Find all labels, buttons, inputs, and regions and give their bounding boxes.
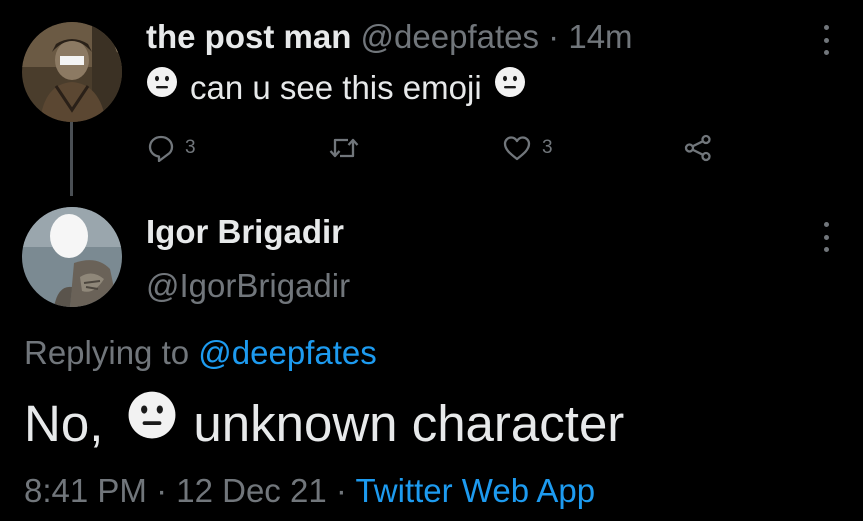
header-separator: ·: [548, 18, 560, 55]
replying-to-mention-link[interactable]: @deepfates: [198, 334, 376, 371]
thread-connector-line: [70, 122, 73, 196]
reply-button[interactable]: 3: [147, 133, 196, 163]
neutral-face-emoji-icon: [127, 390, 177, 455]
reply-text-before: No,: [24, 395, 104, 452]
author-display-name[interactable]: the post man: [146, 18, 351, 55]
reply-icon: [147, 134, 175, 162]
more-vertical-icon[interactable]: [821, 25, 831, 55]
retweet-icon: [329, 134, 359, 162]
reply-text-after: unknown character: [193, 395, 625, 452]
share-button[interactable]: [683, 133, 713, 163]
more-vertical-icon[interactable]: [821, 222, 831, 252]
author-handle[interactable]: @deepfates: [361, 18, 539, 55]
reply-tweet-text: No, unknown character: [24, 390, 625, 460]
replying-to-label: Replying to: [24, 334, 190, 371]
neutral-face-emoji-icon: [146, 65, 178, 109]
avatar-the-post-man[interactable]: [22, 22, 122, 122]
neutral-face-emoji-icon: [494, 65, 526, 109]
reply-author-display-name[interactable]: Igor Brigadir: [146, 212, 344, 252]
tweet-meta-line: 8:41 PM · 12 Dec 21 · Twitter Web App: [24, 471, 595, 511]
meta-separator: ·: [156, 472, 168, 509]
meta-separator: ·: [335, 472, 347, 509]
retweet-button[interactable]: [329, 133, 359, 163]
tweet-text: can u see this emoji: [146, 66, 526, 112]
avatar-igor-brigadir[interactable]: [22, 207, 122, 307]
tweet-text-content: can u see this emoji: [190, 69, 482, 106]
tweet-date[interactable]: 12 Dec 21: [176, 472, 326, 509]
reply-author-handle[interactable]: @IgorBrigadir: [146, 266, 350, 306]
replying-to-line: Replying to @deepfates: [24, 333, 377, 373]
share-icon: [683, 134, 713, 162]
like-count: 3: [542, 137, 553, 158]
like-button[interactable]: 3: [502, 133, 553, 163]
tweet-header: the post man @deepfates · 14m: [146, 16, 633, 58]
heart-icon: [502, 134, 532, 162]
tweet-time[interactable]: 8:41 PM: [24, 472, 147, 509]
reply-count: 3: [185, 137, 196, 158]
tweet-timestamp[interactable]: 14m: [568, 18, 632, 55]
tweet-source-link[interactable]: Twitter Web App: [355, 472, 595, 509]
